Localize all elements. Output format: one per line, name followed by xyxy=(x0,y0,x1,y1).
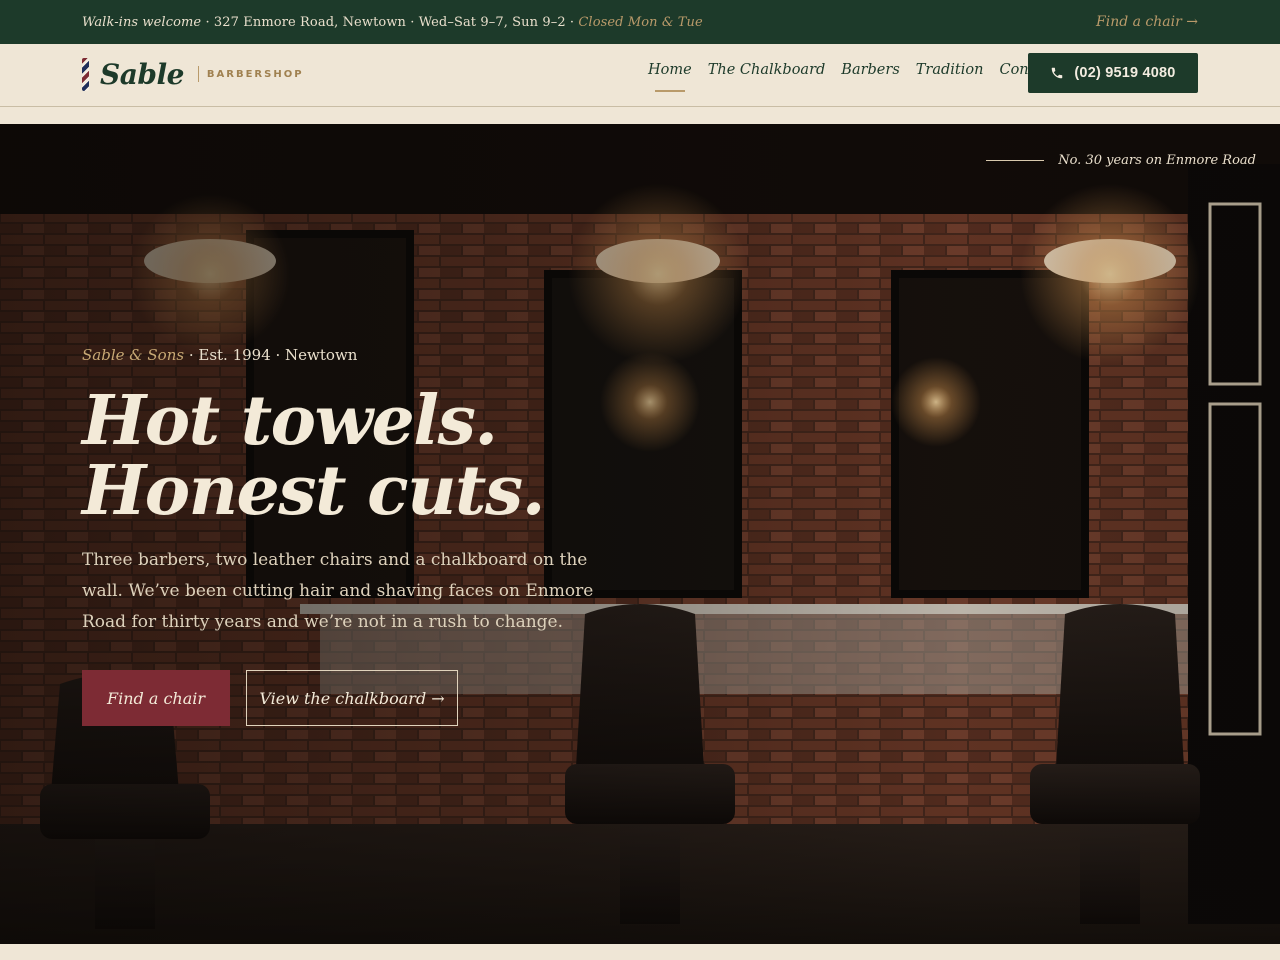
phone-number: (02) 9519 4080 xyxy=(1074,65,1176,81)
find-a-chair-link[interactable]: Find a chair → xyxy=(1096,14,1198,30)
brand-logo[interactable]: Sable BARBERSHOP xyxy=(82,57,304,91)
hero-eyebrow: Sable & Sons · Est. 1994 · Newtown xyxy=(82,346,357,364)
closed-days-text: Closed Mon & Tue xyxy=(578,14,703,30)
nav-item-barbers[interactable]: Barbers xyxy=(841,62,899,78)
view-chalkboard-button[interactable]: View the chalkboard → xyxy=(246,670,458,726)
shop-info: Walk-ins welcome · 327 Enmore Road, Newt… xyxy=(82,15,703,30)
walk-ins-text: Walk-ins welcome xyxy=(82,14,202,30)
nav-item-chalkboard[interactable]: The Chalkboard xyxy=(708,62,826,78)
hero-description: Three barbers, two leather chairs and a … xyxy=(82,550,594,632)
call-phone-button[interactable]: (02) 9519 4080 xyxy=(1028,53,1198,93)
years-tagline: No. 30 years on Enmore Road xyxy=(986,153,1256,168)
hero-section: No. 30 years on Enmore Road Sable & Sons… xyxy=(0,124,1280,944)
eyebrow-text: · Est. 1994 · Newtown xyxy=(184,346,358,364)
address-hours-text: · 327 Enmore Road, Newtown · Wed–Sat 9–7… xyxy=(201,14,579,30)
headline-line-2: Honest cuts. xyxy=(82,451,545,531)
brand-subtitle: BARBERSHOP xyxy=(206,68,304,80)
barber-pole-icon xyxy=(82,57,89,91)
find-a-chair-button[interactable]: Find a chair xyxy=(82,670,230,726)
main-nav: Home The Chalkboard Barbers Tradition Co… xyxy=(648,62,1073,92)
brand-divider xyxy=(197,66,199,82)
hero-overlay xyxy=(0,124,1280,944)
hero-headline: Hot towels. Honest cuts. xyxy=(82,381,545,531)
eyebrow-accent: Sable & Sons xyxy=(82,346,185,364)
brand-name: Sable xyxy=(100,57,184,91)
top-info-bar: Walk-ins welcome · 327 Enmore Road, Newt… xyxy=(0,0,1280,44)
tagline-rule xyxy=(986,160,1045,161)
tagline-text: No. 30 years on Enmore Road xyxy=(1058,153,1256,168)
phone-icon xyxy=(1052,67,1063,79)
nav-item-home[interactable]: Home xyxy=(648,62,692,92)
headline-line-1: Hot towels. xyxy=(82,381,498,461)
nav-item-tradition[interactable]: Tradition xyxy=(916,62,984,78)
site-header: Sable BARBERSHOP Home The Chalkboard Bar… xyxy=(0,44,1280,107)
